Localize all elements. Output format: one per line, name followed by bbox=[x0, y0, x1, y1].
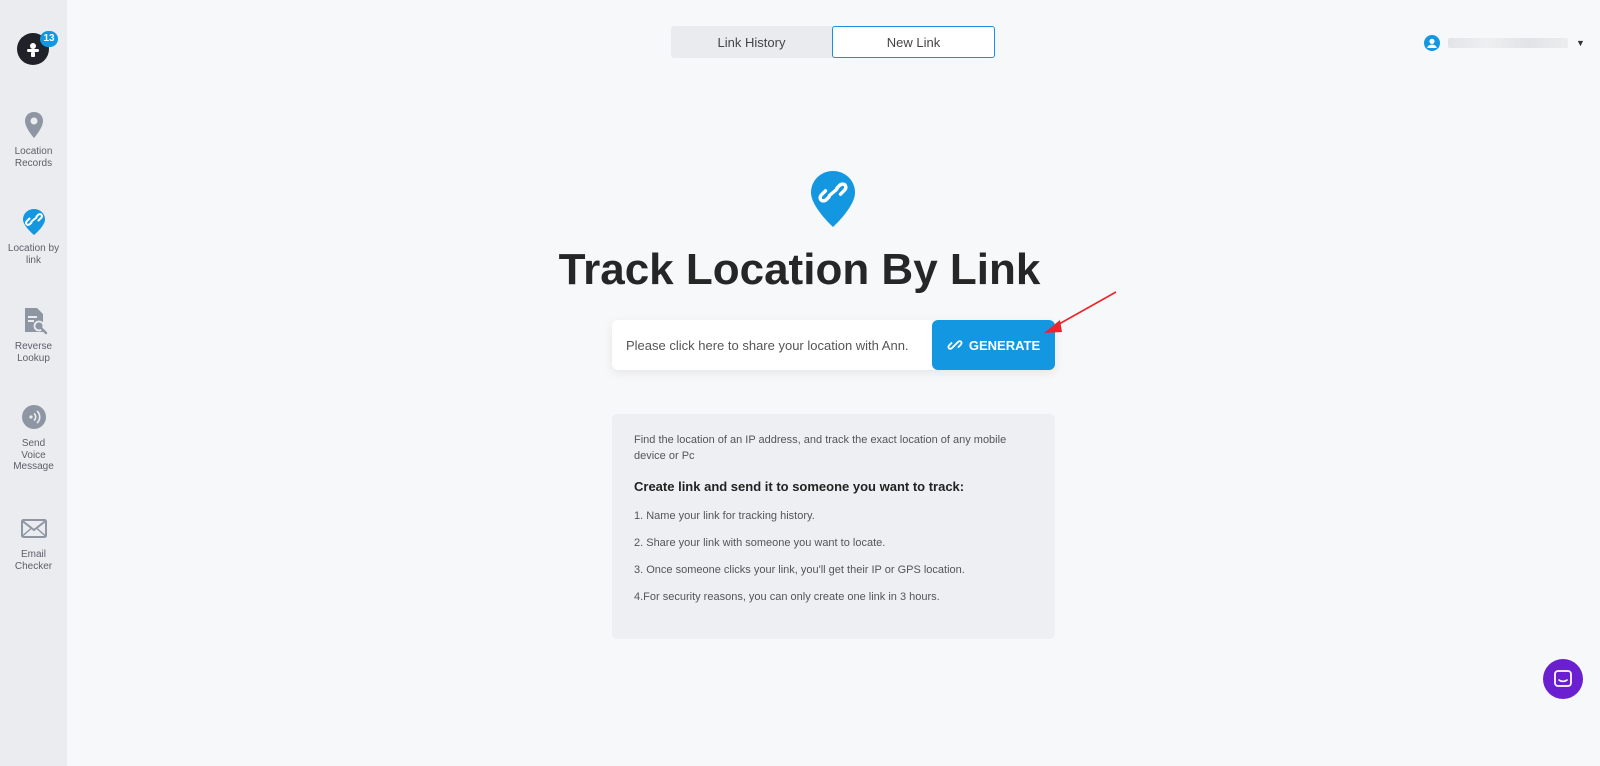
link-pin-icon bbox=[22, 209, 45, 235]
info-heading: Create link and send it to someone you w… bbox=[634, 479, 965, 494]
user-menu[interactable]: ▼ bbox=[1424, 35, 1585, 51]
sidebar-item-label: Send Voice Message bbox=[13, 438, 54, 472]
step-item: 1. Name your link for tracking history. bbox=[634, 510, 815, 522]
chat-launcher-button[interactable] bbox=[1543, 659, 1583, 699]
user-avatar-icon bbox=[1424, 35, 1440, 51]
tab-link-history[interactable]: Link History bbox=[671, 26, 832, 58]
sidebar-item-location-records[interactable]: Location Records bbox=[0, 110, 67, 169]
tab-new-link[interactable]: New Link bbox=[832, 26, 995, 58]
link-location-icon bbox=[811, 171, 855, 227]
sidebar-item-label: Email Checker bbox=[14, 549, 53, 572]
link-icon bbox=[947, 340, 963, 350]
sidebar-item-label: Reverse Lookup bbox=[14, 341, 53, 364]
step-item: 3. Once someone clicks your link, you'll… bbox=[634, 564, 965, 576]
page-title: Track Location By Link bbox=[558, 245, 1041, 294]
info-description: Find the location of an IP address, and … bbox=[634, 434, 1007, 462]
chat-icon bbox=[1554, 670, 1572, 687]
map-pin-icon bbox=[24, 112, 43, 138]
envelope-icon bbox=[20, 519, 47, 538]
sidebar-item-email-checker[interactable]: Email Checker bbox=[0, 513, 67, 572]
notification-badge: 13 bbox=[40, 31, 58, 47]
generate-button[interactable]: GENERATE bbox=[932, 320, 1055, 370]
sidebar-item-send-voice-message[interactable]: Send Voice Message bbox=[0, 402, 67, 473]
step-item: 4.For security reasons, you can only cre… bbox=[634, 591, 940, 603]
app-logo[interactable]: 13 bbox=[17, 31, 58, 65]
caret-down-icon: ▼ bbox=[1576, 38, 1585, 48]
annotation-arrow bbox=[1044, 291, 1117, 333]
sidebar-item-label: Location Records bbox=[14, 146, 53, 169]
sidebar: 13 Location Records Location by link Rev bbox=[0, 0, 67, 766]
generate-label: GENERATE bbox=[968, 337, 1041, 353]
share-message-input[interactable] bbox=[612, 320, 932, 370]
share-link-form: GENERATE bbox=[612, 320, 1055, 370]
steps-list: 1. Name your link for tracking history. … bbox=[634, 510, 1033, 604]
document-search-icon bbox=[24, 308, 47, 335]
sidebar-item-reverse-lookup[interactable]: Reverse Lookup bbox=[0, 305, 67, 364]
step-item: 2. Share your link with someone you want… bbox=[634, 537, 886, 549]
link-tabs: Link History New Link bbox=[671, 26, 995, 58]
user-name-redacted bbox=[1448, 38, 1568, 48]
info-panel: Find the location of an IP address, and … bbox=[612, 414, 1055, 639]
voice-wave-icon bbox=[21, 405, 46, 429]
